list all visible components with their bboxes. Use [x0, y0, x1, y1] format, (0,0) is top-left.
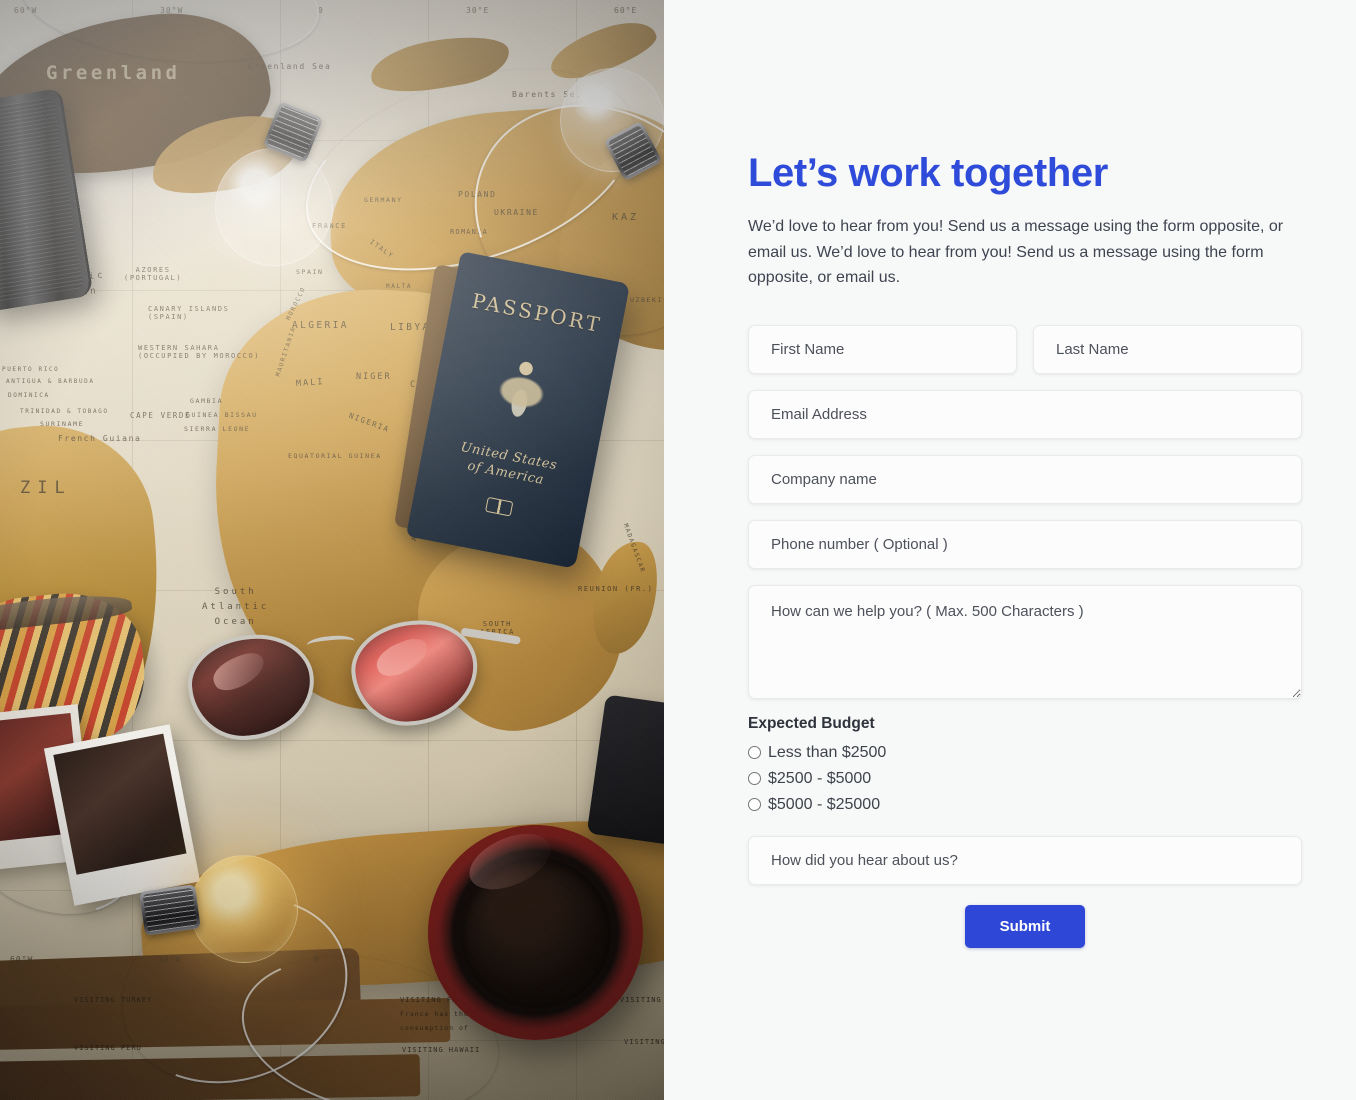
- budget-radio-1[interactable]: [748, 745, 761, 759]
- light-bulb-screw-cap: [139, 884, 201, 936]
- map-legend-text: VISITING: [620, 996, 662, 1004]
- expected-budget-radio-group: Less than $2500 $2500 - $5000 $5000 - $2…: [748, 741, 1302, 816]
- passport-biometric-chip-icon: [485, 496, 514, 517]
- basket-rim: [0, 590, 133, 635]
- email-row: [748, 389, 1302, 439]
- expected-budget-label: Expected Budget: [748, 714, 875, 732]
- company-name-input[interactable]: [748, 454, 1302, 504]
- map-tick-top: 60°E: [614, 6, 638, 15]
- contact-form-container: Let’s work together We’d love to hear fr…: [748, 150, 1302, 948]
- budget-option-less-than-2500[interactable]: Less than $2500: [748, 741, 1302, 764]
- map-photograph: Greenland Greenland Sea Barents Se. AZOR…: [0, 0, 664, 1100]
- referral-row: [748, 835, 1302, 885]
- lens-flare: [208, 647, 270, 696]
- contact-form: Expected Budget Less than $2500 $2500 - …: [748, 324, 1302, 948]
- passport-eagle-crest-icon: [477, 340, 568, 434]
- glowing-light-bulb: [190, 855, 298, 963]
- message-textarea[interactable]: [748, 584, 1302, 699]
- message-row: [748, 584, 1302, 699]
- aviator-sunglasses: [183, 608, 522, 753]
- sunglasses-bridge: [306, 633, 356, 653]
- sunglasses-left-lens: [184, 629, 319, 745]
- budget-option-label: Less than $2500: [768, 743, 887, 761]
- intro-paragraph: We’d love to hear from you! Send us a me…: [748, 218, 1284, 286]
- contact-page: Greenland Greenland Sea Barents Se. AZOR…: [0, 0, 1356, 1100]
- hero-photo: Greenland Greenland Sea Barents Se. AZOR…: [0, 0, 664, 1100]
- name-row: [748, 324, 1302, 374]
- budget-option-2500-5000[interactable]: $2500 - $5000: [748, 767, 1302, 790]
- map-tick-bottom: 60°W: [10, 955, 34, 964]
- light-bulb: [215, 148, 333, 266]
- screw-cap-ridges: [142, 887, 198, 933]
- budget-option-label: $5000 - $25000: [768, 795, 881, 813]
- budget-option-5000-25000[interactable]: $5000 - $25000: [748, 793, 1302, 816]
- coffee-mug: [428, 822, 643, 1040]
- contact-form-panel: Let’s work together We’d love to hear fr…: [664, 0, 1356, 1100]
- first-name-input[interactable]: [748, 324, 1017, 374]
- budget-option-label: $2500 - $5000: [768, 769, 872, 787]
- polaroid-image-area: [53, 733, 187, 875]
- map-tick-top: 30°E: [466, 6, 490, 15]
- email-input[interactable]: [748, 389, 1302, 439]
- map-legend-text: VISITING PERU: [74, 1044, 142, 1052]
- referral-source-input[interactable]: [748, 835, 1302, 885]
- budget-radio-2[interactable]: [748, 771, 761, 785]
- lens-flare: [372, 633, 434, 682]
- passport-title: PASSPORT: [469, 288, 604, 338]
- last-name-input[interactable]: [1033, 324, 1302, 374]
- submit-button[interactable]: Submit: [965, 904, 1085, 948]
- page-title: Let’s work together: [748, 151, 1108, 195]
- company-row: [748, 454, 1302, 504]
- phone-row: [748, 519, 1302, 569]
- submit-row: Submit: [748, 904, 1302, 948]
- map-legend-text: VISITING: [624, 1038, 664, 1046]
- phone-number-input[interactable]: [748, 519, 1302, 569]
- budget-radio-3[interactable]: [748, 797, 761, 811]
